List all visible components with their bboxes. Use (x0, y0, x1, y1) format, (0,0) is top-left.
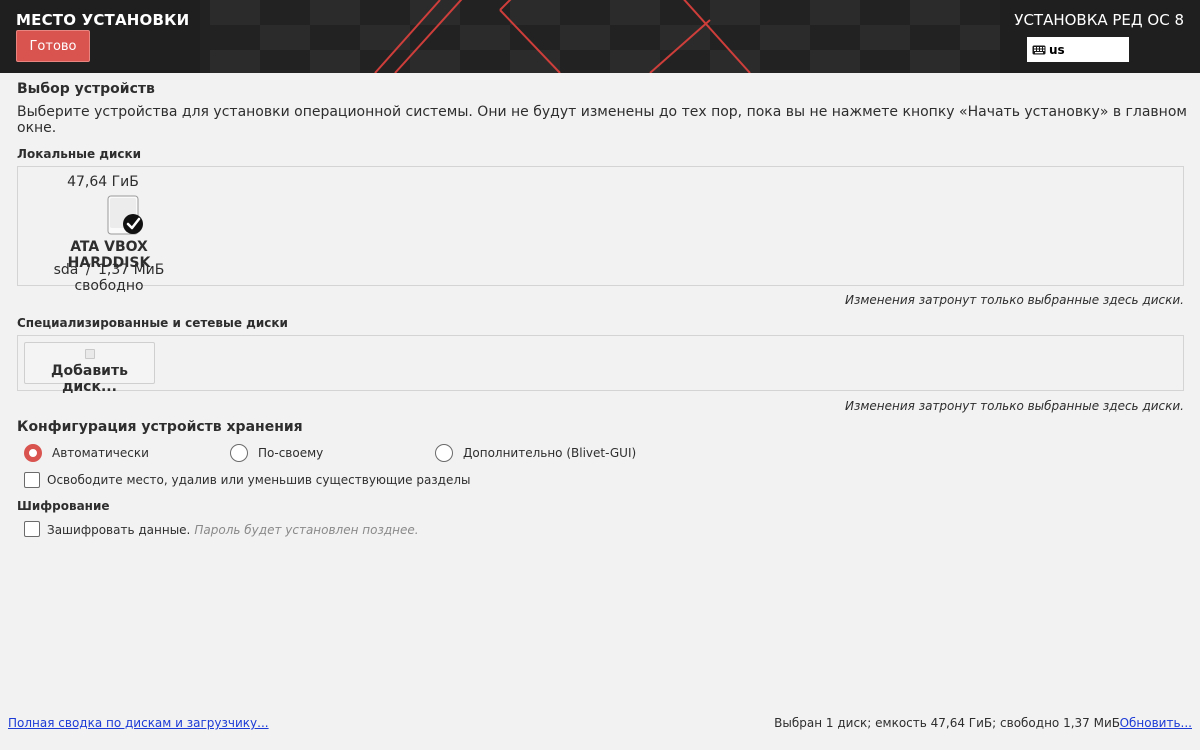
radio-automatic-label: Автоматически (52, 446, 149, 460)
device-selection-heading: Выбор устройств (17, 81, 155, 97)
full-summary-link[interactable]: Полная сводка по дискам и загрузчику... (8, 716, 269, 730)
device-selection-description: Выберите устройства для установки операц… (17, 104, 1187, 136)
local-disks-heading: Локальные диски (17, 147, 142, 161)
selection-summary: Выбран 1 диск; емкость 47,64 ГиБ; свобод… (774, 716, 1120, 730)
network-disks-note: Изменения затронут только выбранные здес… (845, 399, 1184, 413)
local-disks-note: Изменения затронут только выбранные здес… (845, 293, 1184, 307)
keyboard-icon (1032, 45, 1046, 54)
keyboard-layout-label: us (1049, 42, 1065, 57)
product-title: УСТАНОВКА РЕД ОС 8 (1014, 11, 1184, 29)
radio-advanced-label: Дополнительно (Blivet-GUI) (463, 446, 637, 460)
local-disks-panel: 47,64 ГиБ ATA VBOX HARDDISK sda / 1,37 М… (17, 166, 1184, 294)
radio-advanced-blivet[interactable] (435, 444, 453, 462)
disk-separator: / (85, 262, 91, 278)
disk-size: 47,64 ГиБ (67, 174, 139, 190)
refresh-link[interactable]: Обновить... (1120, 716, 1192, 730)
encrypt-hint: Пароль будет установлен позднее. (194, 523, 419, 537)
keyboard-layout-indicator[interactable]: us (1027, 37, 1129, 62)
storage-config-heading: Конфигурация устройств хранения (17, 419, 303, 435)
header-bar: МЕСТО УСТАНОВКИ Готово УСТАНОВКА РЕД ОС … (0, 0, 1200, 73)
encryption-heading: Шифрование (17, 499, 110, 513)
add-disk-label: Добавить диск... (51, 363, 128, 395)
reclaim-space-label: Освободите место, удалив или уменьшив су… (47, 473, 471, 487)
radio-custom-label: По-своему (258, 446, 324, 460)
disk-small-icon (85, 349, 95, 359)
done-button[interactable]: Готово (16, 30, 90, 62)
network-disks-heading: Специализированные и сетевые диски (17, 316, 288, 330)
network-disks-panel: Добавить диск... (17, 335, 1184, 395)
radio-custom[interactable] (230, 444, 248, 462)
disk-details: sda / 1,37 МиБ свободно (28, 262, 190, 294)
harddisk-checked-icon (107, 195, 143, 235)
encrypt-data-row: Зашифровать данные. Пароль будет установл… (47, 523, 419, 537)
encrypt-data-checkbox[interactable] (24, 521, 40, 537)
reclaim-space-checkbox[interactable] (24, 472, 40, 488)
add-disk-button[interactable]: Добавить диск... (24, 342, 155, 395)
disk-tile-sda[interactable]: 47,64 ГиБ ATA VBOX HARDDISK sda / 1,37 М… (28, 167, 190, 294)
encrypt-data-label: Зашифровать данные. (47, 523, 191, 537)
disk-device: sda (53, 262, 79, 278)
radio-automatic[interactable] (24, 444, 42, 462)
spoke-title: МЕСТО УСТАНОВКИ (16, 11, 190, 29)
